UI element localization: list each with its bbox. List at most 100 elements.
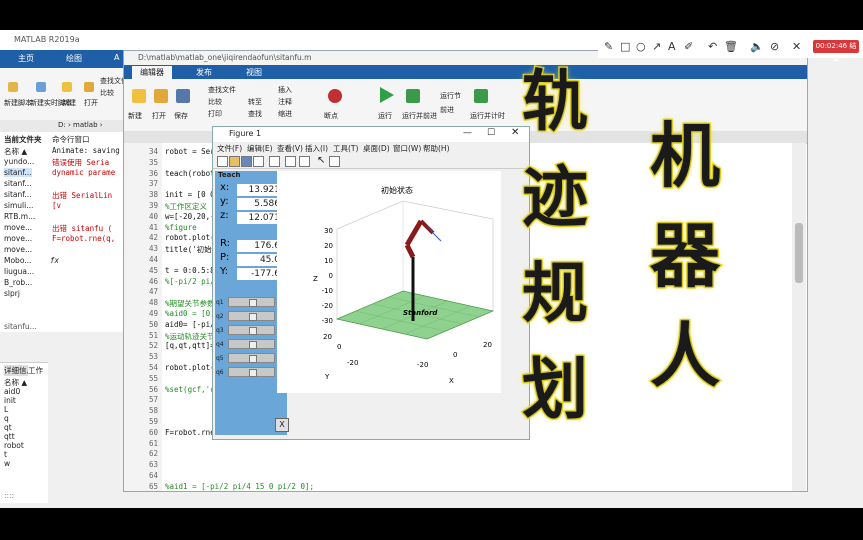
menu-help[interactable]: 帮助(H) bbox=[423, 143, 450, 154]
list-item[interactable]: liugua... bbox=[4, 267, 34, 276]
list-item[interactable]: yundo... bbox=[4, 157, 34, 166]
find-files-button[interactable]: 查找文件 bbox=[208, 85, 236, 95]
circle-icon[interactable]: ○ bbox=[636, 40, 646, 53]
joint-slider-q5[interactable] bbox=[228, 353, 275, 363]
tab-workspace[interactable]: 工作 bbox=[28, 365, 43, 376]
new-figure-icon[interactable] bbox=[217, 156, 228, 167]
list-item[interactable]: B_rob... bbox=[4, 278, 32, 287]
property-icon[interactable] bbox=[329, 156, 340, 167]
new-button[interactable]: 新建 bbox=[62, 98, 76, 108]
insert-button[interactable]: 插入 bbox=[278, 85, 292, 95]
line-number: 50 bbox=[148, 319, 158, 329]
joint-slider-q6[interactable] bbox=[228, 367, 275, 377]
undo-icon[interactable]: ↶ bbox=[708, 40, 717, 53]
overlay-char: 机 bbox=[649, 114, 722, 199]
minimize-icon[interactable]: — bbox=[463, 128, 472, 138]
pointer-icon[interactable]: ↖ bbox=[317, 155, 325, 166]
list-item[interactable]: L bbox=[4, 405, 8, 414]
joint-slider-q4[interactable] bbox=[228, 339, 275, 349]
list-item[interactable]: qtt bbox=[4, 432, 15, 441]
menu-view[interactable]: 查看(V) bbox=[277, 143, 303, 154]
compare-button[interactable]: 比较 bbox=[100, 88, 114, 98]
list-item[interactable]: RTB.m... bbox=[4, 212, 35, 221]
joint-slider-q1[interactable] bbox=[228, 297, 275, 307]
tab-editor[interactable]: 编辑器 bbox=[132, 66, 172, 79]
speaker-icon[interactable]: 🔈 bbox=[750, 40, 764, 53]
tab-publish[interactable]: 发布 bbox=[188, 66, 220, 79]
menu-tools[interactable]: 工具(T) bbox=[333, 143, 358, 154]
run-time-button[interactable]: 运行并计时 bbox=[470, 111, 505, 121]
hide-icon[interactable]: ⊘ bbox=[770, 40, 779, 53]
advance-button[interactable]: 前进 bbox=[440, 105, 454, 115]
comment-button[interactable]: 注释 bbox=[278, 97, 292, 107]
close-icon[interactable]: ✕ bbox=[511, 127, 519, 138]
list-item[interactable]: aid0 bbox=[4, 387, 20, 396]
menu-edit[interactable]: 编辑(E) bbox=[247, 143, 273, 154]
run-advance-button[interactable]: 运行并前进 bbox=[402, 111, 437, 121]
list-item[interactable]: move... bbox=[4, 234, 32, 243]
roll-label: R: bbox=[220, 238, 231, 249]
tab-apps[interactable]: A bbox=[114, 53, 119, 62]
list-item[interactable]: sitanf... bbox=[4, 190, 32, 199]
square-icon[interactable]: □ bbox=[620, 40, 630, 53]
menu-insert[interactable]: 插入(I) bbox=[305, 143, 328, 154]
tab-view[interactable]: 视图 bbox=[238, 66, 270, 79]
line-number: 45 bbox=[148, 265, 158, 275]
list-item[interactable]: move... bbox=[4, 245, 32, 254]
list-item[interactable]: qt bbox=[4, 423, 12, 432]
list-item[interactable]: w bbox=[4, 459, 10, 468]
tab-home[interactable]: 主页 bbox=[18, 53, 34, 64]
close-icon[interactable]: ✕ bbox=[792, 40, 801, 53]
pen-icon[interactable]: ✎ bbox=[604, 40, 613, 53]
panel-icon[interactable] bbox=[299, 156, 310, 167]
recording-timer[interactable]: 00:02:46 结束 bbox=[813, 40, 859, 63]
list-item[interactable]: sitanf... bbox=[4, 179, 32, 188]
goto-button[interactable]: 转至 bbox=[248, 97, 262, 107]
command-window[interactable]: 命令行窗口 Animate: saving 错误使用 Seria dynamic… bbox=[48, 132, 124, 332]
delete-icon[interactable]: 🗑 bbox=[724, 40, 738, 53]
arrow-icon[interactable]: ↗ bbox=[652, 40, 661, 53]
highlighter-icon[interactable]: ✐ bbox=[684, 40, 693, 53]
joint-slider-q2[interactable] bbox=[228, 311, 275, 321]
menu-file[interactable]: 文件(F) bbox=[217, 143, 242, 154]
breakpoint-button[interactable]: 断点 bbox=[324, 111, 338, 121]
joint-slider-q3[interactable] bbox=[228, 325, 275, 335]
list-item[interactable]: Mobo... bbox=[4, 256, 31, 265]
vertical-scrollbar[interactable] bbox=[792, 143, 806, 491]
list-item[interactable]: q bbox=[4, 414, 9, 423]
compare-button[interactable]: 比较 bbox=[208, 97, 222, 107]
indent-button[interactable]: 缩进 bbox=[278, 109, 292, 119]
scroll-thumb[interactable] bbox=[795, 223, 803, 283]
save-icon[interactable] bbox=[241, 156, 252, 167]
menu-window[interactable]: 窗口(W) bbox=[393, 143, 421, 154]
print-button[interactable]: 打印 bbox=[208, 109, 222, 119]
list-item[interactable]: simuli... bbox=[4, 201, 33, 210]
save-button[interactable]: 保存 bbox=[174, 111, 188, 121]
list-item[interactable]: move... bbox=[4, 223, 32, 232]
run-section-button[interactable]: 运行节 bbox=[440, 91, 461, 101]
menu-desktop[interactable]: 桌面(D) bbox=[363, 143, 390, 154]
new-script-button[interactable]: 新建脚本 bbox=[4, 98, 32, 108]
open-button[interactable]: 打开 bbox=[84, 98, 98, 108]
list-item[interactable]: robot bbox=[4, 441, 24, 450]
list-item[interactable]: slprj bbox=[4, 289, 20, 298]
open-button[interactable]: 打开 bbox=[152, 111, 166, 121]
print-icon[interactable] bbox=[253, 156, 264, 167]
list-item[interactable]: init bbox=[4, 396, 16, 405]
open-icon[interactable] bbox=[229, 156, 240, 167]
list-item[interactable]: t bbox=[4, 450, 7, 459]
link-icon[interactable] bbox=[269, 156, 280, 167]
data-tip-icon[interactable] bbox=[285, 156, 296, 167]
text-icon[interactable]: A bbox=[668, 40, 676, 53]
figure-title-bar: Figure 1 — ☐ ✕ bbox=[213, 127, 529, 142]
list-item[interactable]: sitanf... bbox=[4, 168, 32, 177]
joint-label: q5 bbox=[216, 355, 224, 362]
code-line: %工作区定义 bbox=[165, 202, 208, 211]
list-item[interactable]: 名称 ▲ bbox=[4, 146, 27, 157]
tab-plots[interactable]: 绘图 bbox=[66, 53, 82, 64]
run-button[interactable]: 运行 bbox=[378, 111, 392, 121]
new-button[interactable]: 新建 bbox=[128, 111, 142, 121]
teach-close-button[interactable]: X bbox=[275, 418, 289, 432]
find-button[interactable]: 查找 bbox=[248, 109, 262, 119]
maximize-icon[interactable]: ☐ bbox=[487, 128, 495, 138]
